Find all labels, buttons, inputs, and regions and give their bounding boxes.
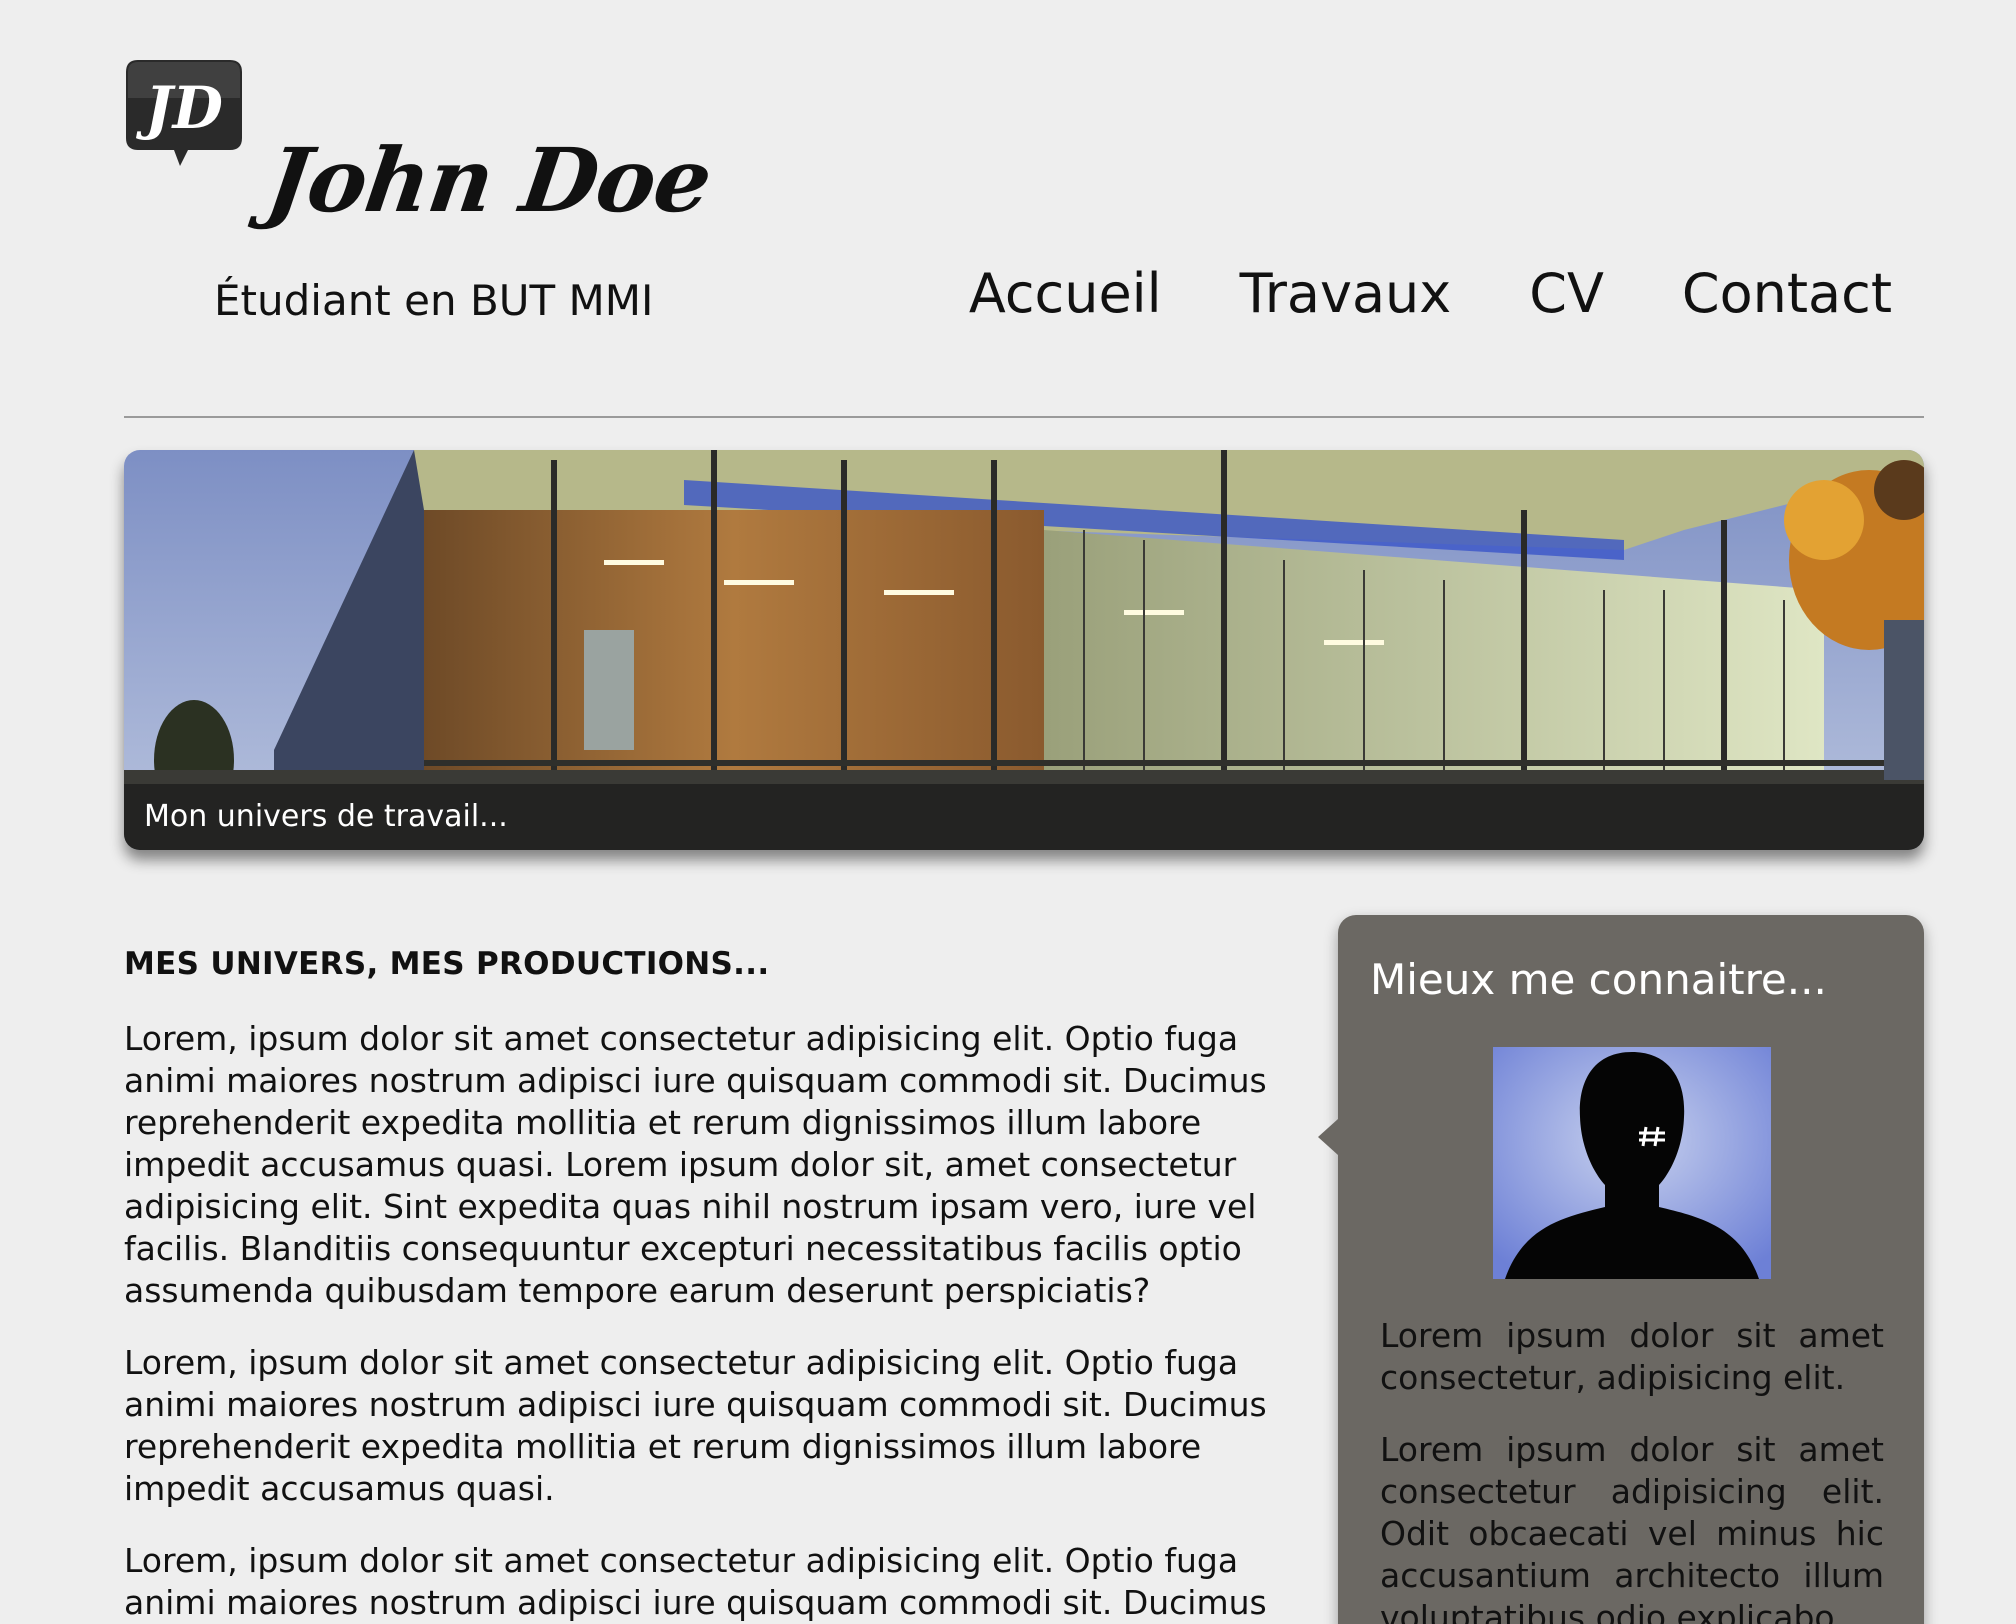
nav-item-cv[interactable]: CV: [1529, 262, 1604, 325]
sidebar-paragraph: Lorem ipsum dolor sit amet consectetur a…: [1380, 1430, 1884, 1624]
site-subtitle: Étudiant en BUT MMI: [214, 276, 654, 325]
main-paragraph: Lorem, ipsum dolor sit amet consectetur …: [124, 1343, 1267, 1508]
banner-caption: Mon univers de travail...: [124, 784, 1924, 850]
main-paragraph: Lorem, ipsum dolor sit amet consectetur …: [124, 1019, 1267, 1310]
main-nav: Accueil Travaux CV Contact: [969, 262, 1892, 325]
sidebar-text: Lorem ipsum dolor sit amet consectetur, …: [1380, 1315, 1884, 1624]
page: JD John Doe Étudiant en BUT MMI Accueil …: [0, 0, 2016, 1624]
nav-item-accueil[interactable]: Accueil: [969, 262, 1162, 325]
site-name[interactable]: John Doe: [261, 128, 718, 232]
nav-item-travaux[interactable]: Travaux: [1240, 262, 1452, 325]
hero-banner: Mon univers de travail...: [124, 450, 1924, 850]
sidebar-paragraph: Lorem ipsum dolor sit amet consectetur, …: [1380, 1316, 1884, 1397]
about-sidebar: Mieux me connaitre... Lorem ipsum dolor …: [1318, 915, 1924, 1624]
main-paragraph: Lorem, ipsum dolor sit amet consectetur …: [124, 1541, 1267, 1622]
jd-logo-icon[interactable]: JD: [124, 58, 244, 170]
header-divider: [124, 416, 1924, 418]
svg-text:JD: JD: [135, 74, 223, 142]
person-silhouette-icon: [1493, 1047, 1771, 1279]
nav-item-contact[interactable]: Contact: [1682, 262, 1892, 325]
sidebar-notch: [1318, 1119, 1338, 1155]
main-content: MES UNIVERS, MES PRODUCTIONS... Lorem, i…: [124, 946, 1312, 1624]
sidebar-title: Mieux me connaitre...: [1370, 955, 1827, 1004]
section-title: MES UNIVERS, MES PRODUCTIONS...: [124, 946, 770, 982]
